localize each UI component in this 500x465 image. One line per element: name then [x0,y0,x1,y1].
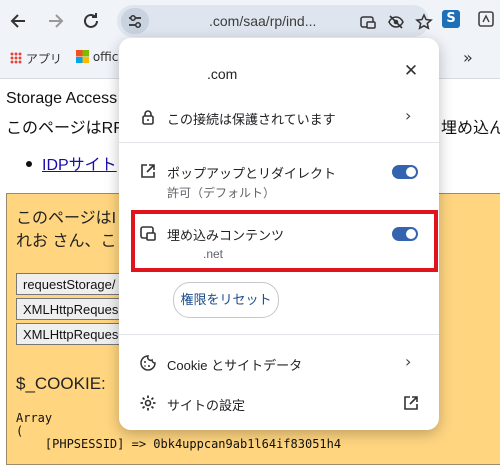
bullet-icon [26,161,32,167]
site-info-popup: .com ✕ この接続は保護されています › ポップアップとリダイレクト 許可（… [119,38,439,430]
office-logo-icon [76,50,89,63]
page-description: このページはRF [6,120,124,137]
browser-toolbar: .com/saa/rp/ind... S [0,0,500,42]
external-link-icon [402,394,420,412]
extension-puzzle-icon[interactable] [477,10,495,28]
site-settings-label: サイトの設定 [167,398,246,413]
forward-icon[interactable] [44,10,66,32]
divider [119,334,439,335]
site-info-tune-icon[interactable] [121,8,149,34]
page-description-right: 埋め込ん [441,120,500,137]
bookmark-apps[interactable]: アプリ [10,50,62,67]
open-in-new-icon [139,162,157,180]
cookie-dump-line-2: ( [16,424,24,438]
back-icon[interactable] [8,10,30,32]
idp-site-link[interactable]: IDPサイト [42,157,117,174]
chevron-right-icon: › [405,106,412,125]
cast-tab-icon[interactable] [359,13,377,31]
close-icon[interactable]: ✕ [402,62,420,80]
frame-line-2: れお さん、こ [16,233,117,250]
bookmark-office-label: offic [92,50,119,64]
reload-icon[interactable] [80,10,102,32]
popup-redirect-label: ポップアップとリダイレクト [167,166,337,181]
eye-off-icon[interactable] [387,13,405,31]
popup-site-title: .com [207,66,238,82]
divider [119,142,439,143]
connection-label: この接続は保護されています [167,112,336,127]
page-title: Storage Access [6,90,118,107]
gear-icon [139,394,157,412]
cookie-dump-line-3: [PHPSESSID] => 0bk4uppcan9ab1l64if83051h… [16,437,342,451]
popup-redirect-toggle[interactable] [392,165,418,179]
cookie-heading: $_COOKIE: [16,374,106,393]
extension-s-icon[interactable]: S [442,10,460,28]
cookie-icon [139,354,157,372]
reset-permissions-button[interactable]: 権限をリセット [173,282,279,318]
apps-grid-icon [10,52,22,64]
url-text[interactable]: .com/saa/rp/ind... [209,5,316,37]
lock-icon [139,108,157,126]
bookmarks-overflow-button[interactable]: » [463,48,473,67]
cookie-dump-line-1: Array [16,411,53,425]
bookmark-office[interactable]: offic [76,50,118,64]
chevron-right-icon: › [405,352,412,371]
bookmark-apps-label: アプリ [25,52,62,66]
idp-link-item: IDPサイト [26,151,117,175]
frame-line-1: このページはI [16,210,117,227]
popup-redirect-status: 許可（デフォルト） [167,186,276,200]
address-bar[interactable]: .com/saa/rp/ind... [117,5,433,37]
red-highlight-box [131,210,438,272]
cookie-site-data-label: Cookie とサイトデータ [167,358,303,373]
bookmark-star-icon[interactable] [415,13,433,31]
